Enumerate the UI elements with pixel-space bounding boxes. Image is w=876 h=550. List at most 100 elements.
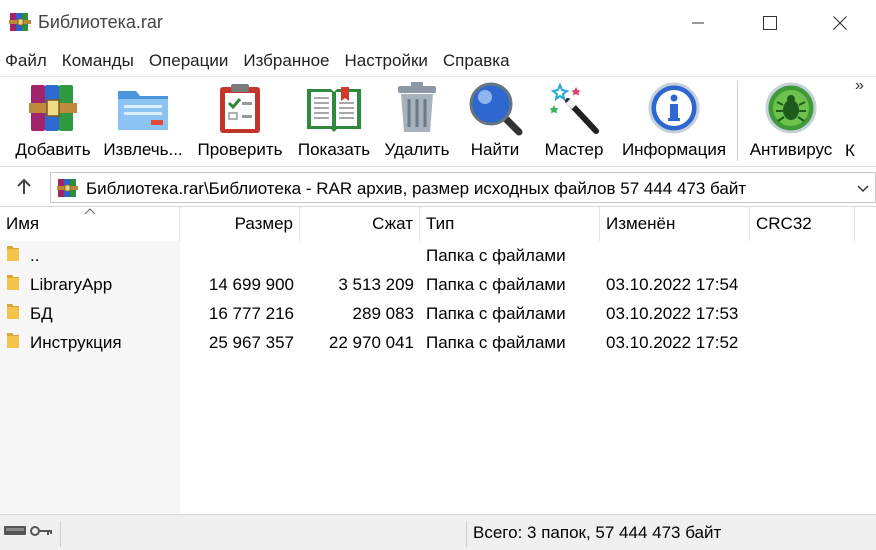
sort-ascending-icon [84, 208, 96, 215]
column-header-size[interactable]: Размер [180, 207, 300, 241]
row-crc [756, 270, 856, 299]
close-icon [833, 16, 847, 30]
winrar-app-icon [9, 11, 33, 33]
row-packed: 289 083 [352, 303, 414, 323]
wizard-label: Мастер [544, 140, 604, 159]
status-separator [60, 521, 61, 547]
view-button[interactable]: Показать [295, 77, 373, 167]
find-button[interactable]: Найти [464, 77, 526, 167]
address-row: Библиотека.rar\Библиотека - RAR архив, р… [0, 166, 876, 206]
column-header-packed[interactable]: Сжат [300, 207, 420, 241]
column-header-size-label: Размер [234, 214, 293, 233]
window-title: Библиотека.rar [38, 12, 163, 32]
find-label: Найти [470, 140, 520, 159]
row-type: Папка с файлами [426, 332, 566, 352]
menu-file[interactable]: Файл [4, 51, 54, 71]
table-row[interactable]: БД 16 777 216 289 083 Папка с файлами 03… [0, 299, 876, 328]
virus-scan-icon [761, 77, 821, 139]
row-modified [606, 241, 748, 270]
add-label: Добавить [15, 140, 91, 159]
archive-books-icon [23, 77, 83, 139]
test-label: Проверить [197, 140, 283, 159]
status-bar: Всего: 3 папок, 57 444 473 байт [0, 514, 876, 550]
row-name: БД [30, 303, 53, 323]
arrow-up-icon [17, 178, 31, 194]
wizard-button[interactable]: Мастер [540, 77, 608, 167]
info-button[interactable]: Информация [617, 77, 731, 167]
minimize-button[interactable] [663, 0, 733, 46]
row-name: .. [30, 245, 40, 265]
row-size: 14 699 900 [208, 274, 294, 294]
address-path: Библиотека.rar\Библиотека - RAR архив, р… [86, 179, 747, 198]
folder-icon [6, 244, 20, 267]
row-type: Папка с файлами [426, 274, 566, 294]
row-crc [756, 241, 856, 270]
row-type: Папка с файлами [426, 303, 566, 323]
row-modified: 03.10.2022 17:54 [606, 274, 739, 294]
title-bar: Библиотека.rar [0, 0, 876, 46]
column-header-modified-label: Изменён [606, 214, 676, 233]
column-header-crc32[interactable]: CRC32 [750, 207, 855, 241]
comment-button-partial-label[interactable]: К [845, 141, 855, 161]
row-size: 25 967 357 [208, 332, 294, 352]
extract-label: Извлечь... [103, 140, 183, 159]
row-size [180, 241, 294, 270]
table-row[interactable]: LibraryApp 14 699 900 3 513 209 Папка с … [0, 270, 876, 299]
row-crc [756, 328, 856, 357]
table-row[interactable]: .. Папка с файлами [0, 241, 876, 270]
row-packed: 3 513 209 [338, 274, 414, 294]
column-header-crc32-label: CRC32 [756, 214, 812, 233]
chevron-down-icon[interactable] [856, 180, 870, 200]
folder-icon [6, 302, 20, 325]
row-size: 16 777 216 [208, 303, 294, 323]
toolbar-overflow-chevron[interactable]: » [855, 77, 864, 95]
toolbar: Добавить Извлечь... Проверить Показать У… [0, 76, 876, 166]
menu-operations[interactable]: Операции [148, 51, 236, 71]
column-header-name-label: Имя [6, 214, 40, 233]
magic-wand-icon [544, 77, 604, 139]
add-button[interactable]: Добавить [12, 77, 94, 167]
info-label: Информация [621, 140, 727, 159]
row-type: Папка с файлами [426, 245, 566, 265]
info-icon [644, 77, 704, 139]
status-summary: Всего: 3 папок, 57 444 473 байт [473, 523, 722, 542]
folder-icon [6, 331, 20, 354]
close-button[interactable] [805, 0, 875, 46]
column-header-modified[interactable]: Изменён [600, 207, 750, 241]
maximize-icon [763, 16, 777, 30]
up-one-level-button[interactable] [8, 173, 40, 201]
menu-favorites[interactable]: Избранное [242, 51, 336, 71]
trash-can-icon [387, 77, 447, 139]
column-header-name[interactable]: Имя [0, 207, 180, 241]
file-list: Имя Размер Сжат Тип Изменён CRC32 .. Пап… [0, 206, 876, 515]
maximize-button[interactable] [735, 0, 805, 46]
rar-archive-icon [57, 178, 79, 203]
delete-button[interactable]: Удалить [380, 77, 454, 167]
menu-settings[interactable]: Настройки [344, 51, 435, 71]
antivirus-button[interactable]: Антивирус [745, 77, 837, 167]
folder-icon [6, 273, 20, 296]
row-modified: 03.10.2022 17:53 [606, 303, 739, 323]
column-header-type[interactable]: Тип [420, 207, 600, 241]
menu-bar: Файл Команды Операции Избранное Настройк… [0, 46, 876, 76]
folder-extract-icon [113, 77, 173, 139]
antivirus-label: Антивирус [749, 140, 833, 159]
view-label: Показать [297, 140, 371, 159]
column-header-packed-label: Сжат [372, 214, 413, 233]
column-header-type-label: Тип [426, 214, 455, 233]
row-crc [756, 299, 856, 328]
minimize-icon [692, 22, 704, 24]
menu-help[interactable]: Справка [442, 51, 517, 71]
row-name: Инструкция [30, 332, 122, 352]
menu-commands[interactable]: Команды [61, 51, 141, 71]
delete-label: Удалить [384, 140, 450, 159]
test-button[interactable]: Проверить [193, 77, 287, 167]
status-separator [466, 521, 467, 547]
address-field[interactable]: Библиотека.rar\Библиотека - RAR архив, р… [50, 172, 876, 203]
extract-button[interactable]: Извлечь... [102, 77, 184, 167]
magnifier-icon [465, 77, 525, 139]
table-row[interactable]: Инструкция 25 967 357 22 970 041 Папка с… [0, 328, 876, 357]
row-name: LibraryApp [30, 274, 113, 294]
row-modified: 03.10.2022 17:52 [606, 332, 739, 352]
clipboard-check-icon [210, 77, 270, 139]
